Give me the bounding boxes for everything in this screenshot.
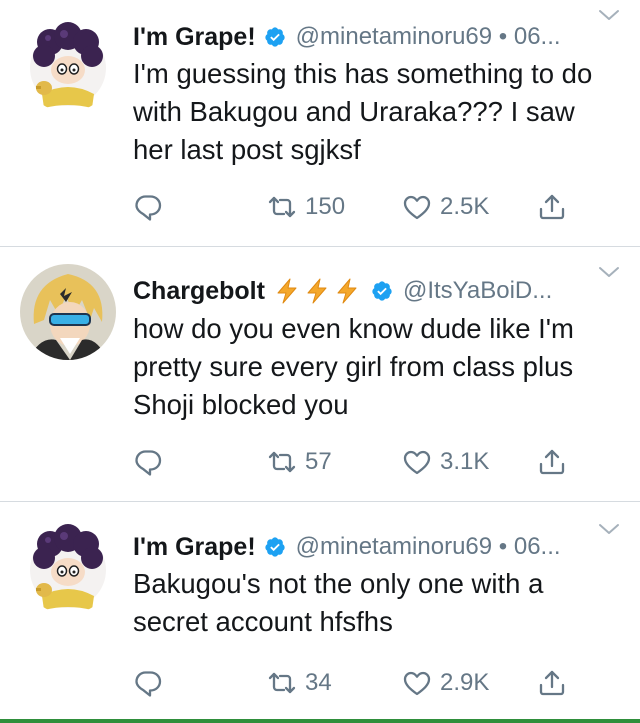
heart-icon: [402, 447, 432, 477]
tweet[interactable]: Chargebolt @ItsYaBoiD... how do you even…: [0, 247, 640, 501]
like-button[interactable]: 3.1K: [402, 442, 489, 482]
share-button[interactable]: [537, 663, 567, 703]
avatar[interactable]: [20, 518, 116, 614]
retweet-count: 34: [305, 669, 332, 696]
lightning-bolt-icon: [303, 277, 331, 305]
reply-icon: [133, 447, 163, 477]
handle-and-time[interactable]: @minetaminoru69 • 06...: [296, 533, 561, 561]
display-name[interactable]: I'm Grape!: [133, 533, 256, 562]
heart-icon: [402, 668, 432, 698]
retweet-icon: [267, 668, 297, 698]
tweet[interactable]: I'm Grape! @minetaminoru69 • 06... I'm g…: [0, 0, 640, 246]
display-name[interactable]: I'm Grape!: [133, 23, 256, 52]
like-count: 2.5K: [440, 193, 490, 220]
reply-button[interactable]: [133, 442, 163, 482]
retweet-count: 57: [305, 448, 332, 475]
retweet-icon: [267, 192, 297, 222]
reply-icon: [133, 668, 163, 698]
share-button[interactable]: [537, 442, 567, 482]
heart-icon: [402, 192, 432, 222]
handle-and-time[interactable]: @minetaminoru69 • 06...: [296, 23, 561, 51]
name-emoji: [273, 277, 363, 305]
retweet-icon: [267, 447, 297, 477]
tweet-header: I'm Grape! @minetaminoru69 • 06...: [133, 19, 596, 55]
tweet-text: I'm guessing this has something to do wi…: [133, 58, 593, 165]
share-icon: [537, 192, 567, 222]
chevron-down-icon[interactable]: [598, 522, 620, 536]
like-count: 3.1K: [440, 448, 490, 475]
handle-and-time[interactable]: @ItsYaBoiD...: [403, 277, 552, 305]
avatar[interactable]: [20, 16, 116, 112]
lightning-bolt-icon: [273, 277, 301, 305]
tweet-actions: 34 2.9K: [0, 663, 640, 703]
retweet-button[interactable]: 34: [267, 663, 332, 703]
tweet-text: Bakugou's not the only one with a secret…: [133, 568, 544, 637]
chevron-down-icon[interactable]: [598, 265, 620, 279]
verified-badge-icon: [264, 26, 286, 48]
display-name[interactable]: Chargebolt: [133, 277, 265, 306]
retweet-button[interactable]: 150: [267, 187, 345, 227]
lightning-bolt-icon: [333, 277, 361, 305]
tweet-header: I'm Grape! @minetaminoru69 • 06...: [133, 529, 596, 565]
tweet[interactable]: I'm Grape! @minetaminoru69 • 06... Bakug…: [0, 502, 640, 723]
share-button[interactable]: [537, 187, 567, 227]
share-icon: [537, 447, 567, 477]
reply-button[interactable]: [133, 663, 163, 703]
reply-button[interactable]: [133, 187, 163, 227]
like-count: 2.9K: [440, 669, 490, 696]
retweet-count: 150: [305, 193, 346, 220]
avatar[interactable]: [20, 264, 116, 360]
tweet-actions: 150 2.5K: [0, 187, 640, 227]
like-button[interactable]: 2.9K: [402, 663, 489, 703]
verified-badge-icon: [371, 280, 393, 302]
chevron-down-icon[interactable]: [598, 8, 620, 22]
reply-icon: [133, 192, 163, 222]
bottom-border: [0, 719, 640, 723]
like-button[interactable]: 2.5K: [402, 187, 489, 227]
tweet-actions: 57 3.1K: [0, 442, 640, 482]
share-icon: [537, 668, 567, 698]
tweet-header: Chargebolt @ItsYaBoiD...: [133, 273, 596, 309]
tweet-text: how do you even know dude like I'm prett…: [133, 313, 574, 420]
verified-badge-icon: [264, 536, 286, 558]
retweet-button[interactable]: 57: [267, 442, 332, 482]
